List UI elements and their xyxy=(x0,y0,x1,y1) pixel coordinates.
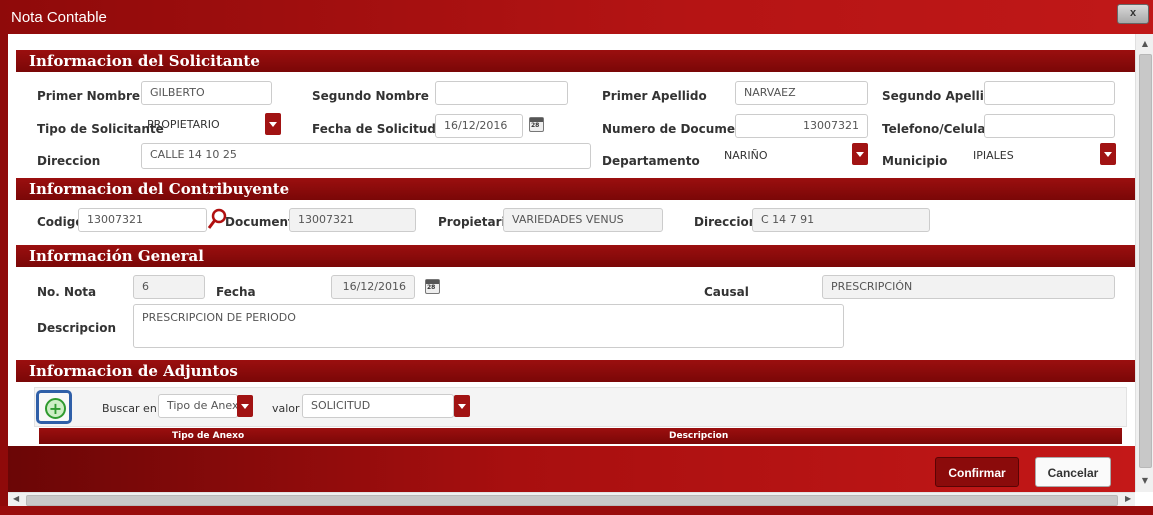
documento-input: 13007321 xyxy=(289,208,416,232)
scroll-right-icon[interactable]: ▶ xyxy=(1125,494,1131,503)
column-header-descripcion[interactable]: Descripcion xyxy=(669,431,728,441)
confirm-button[interactable]: Confirmar xyxy=(935,457,1019,487)
fecha-input: 16/12/2016 xyxy=(331,275,415,299)
cancel-button[interactable]: Cancelar xyxy=(1035,457,1111,487)
tipo-solicitante-dropdown-button[interactable] xyxy=(265,113,281,135)
adjuntos-grid-header: Tipo de Anexo Descripcion xyxy=(39,428,1122,444)
municipio-dropdown-button[interactable] xyxy=(1100,143,1116,165)
telefono-label: Telefono/Celular xyxy=(882,122,992,136)
buscar-en-label: Buscar en xyxy=(102,402,157,415)
window-title: Nota Contable xyxy=(11,9,107,26)
valor-select[interactable]: SOLICITUD xyxy=(302,394,454,418)
section-header-contribuyente: Informacion del Contribuyente xyxy=(16,178,1135,200)
fecha-solicitud-label: Fecha de Solicitud xyxy=(312,122,436,136)
codigo-input[interactable]: 13007321 xyxy=(78,208,207,232)
scroll-left-icon[interactable]: ◀ xyxy=(13,494,19,503)
section-header-adjuntos: Informacion de Adjuntos xyxy=(16,360,1135,382)
scroll-up-icon[interactable]: ▲ xyxy=(1139,38,1151,50)
telefono-input[interactable] xyxy=(984,114,1115,138)
window-bottom-border xyxy=(0,506,1153,515)
numero-documento-input[interactable]: 13007321 xyxy=(735,114,868,138)
plus-icon: + xyxy=(45,398,66,419)
segundo-apellido-label: Segundo Apellido xyxy=(882,89,1001,103)
primer-nombre-label: Primer Nombre xyxy=(37,89,141,103)
horizontal-scroll-thumb[interactable] xyxy=(26,495,1118,506)
window-titlebar: Nota Contable x xyxy=(0,0,1153,34)
section-header-general: Información General xyxy=(16,245,1135,267)
descripcion-label: Descripcion xyxy=(37,321,116,335)
segundo-apellido-input[interactable] xyxy=(984,81,1115,105)
horizontal-scrollbar[interactable]: ◀ ▶ xyxy=(8,492,1135,507)
vertical-scroll-thumb[interactable] xyxy=(1139,54,1152,468)
departamento-dropdown-button[interactable] xyxy=(852,143,868,165)
segundo-nombre-label: Segundo Nombre xyxy=(312,89,429,103)
primer-apellido-input[interactable]: NARVAEZ xyxy=(735,81,868,105)
fecha-solicitud-input[interactable]: 16/12/2016 xyxy=(435,114,523,138)
direccion-input[interactable]: CALLE 14 10 25 xyxy=(141,143,591,169)
primer-nombre-input[interactable]: GILBERTO xyxy=(141,81,272,105)
vertical-scrollbar[interactable]: ▲ ▼ xyxy=(1135,34,1153,492)
direccion-contribuyente-input: C 14 7 91 xyxy=(752,208,930,232)
search-icon[interactable] xyxy=(207,207,227,231)
direccion-label: Direccion xyxy=(37,154,101,168)
no-nota-label: No. Nota xyxy=(37,285,97,299)
municipio-value[interactable]: IPIALES xyxy=(973,149,1014,162)
departamento-value[interactable]: NARIÑO xyxy=(724,149,768,162)
valor-label: valor xyxy=(272,402,300,415)
codigo-label: Codigo xyxy=(37,215,84,229)
direccion-contribuyente-label: Direccion xyxy=(694,215,758,229)
no-nota-input: 6 xyxy=(133,275,205,299)
primer-apellido-label: Primer Apellido xyxy=(602,89,707,103)
tipo-solicitante-label: Tipo de Solicitante xyxy=(37,122,164,136)
buscar-en-dropdown-button[interactable] xyxy=(237,395,253,417)
section-header-solicitante: Informacion del Solicitante xyxy=(16,50,1135,72)
calendar-icon[interactable]: 28 xyxy=(529,117,544,132)
departamento-label: Departamento xyxy=(602,154,700,168)
causal-label: Causal xyxy=(704,285,749,299)
causal-input: PRESCRIPCIÓN xyxy=(822,275,1115,299)
valor-dropdown-button[interactable] xyxy=(454,395,470,417)
add-adjunto-button[interactable]: + xyxy=(36,390,72,424)
tipo-solicitante-value[interactable]: PROPIETARIO xyxy=(147,118,220,131)
calendar-icon[interactable]: 28 xyxy=(425,279,440,294)
fecha-label: Fecha xyxy=(216,285,256,299)
window-left-border xyxy=(0,34,8,506)
column-header-tipo-anexo[interactable]: Tipo de Anexo xyxy=(172,431,244,441)
propietario-input: VARIEDADES VENUS xyxy=(503,208,663,232)
scroll-down-icon[interactable]: ▼ xyxy=(1139,475,1151,487)
segundo-nombre-input[interactable] xyxy=(435,81,568,105)
close-button[interactable]: x xyxy=(1117,4,1149,24)
municipio-label: Municipio xyxy=(882,154,948,168)
buscar-en-select[interactable]: Tipo de Anexo xyxy=(158,394,238,418)
descripcion-textarea[interactable]: PRESCRIPCION DE PERIODO xyxy=(133,304,844,348)
